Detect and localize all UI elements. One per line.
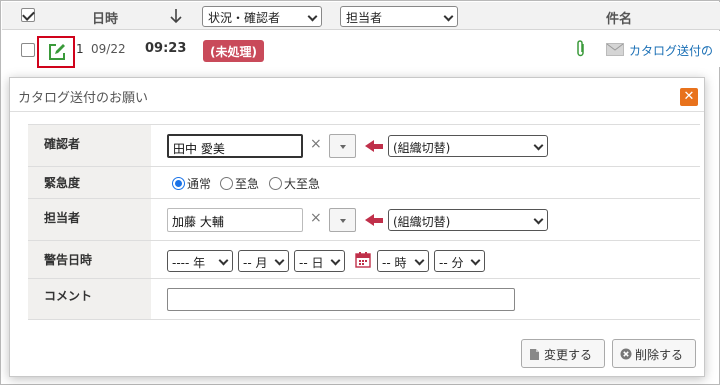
minute-value: -- 分 <box>439 256 464 270</box>
status-confirmer-filter[interactable]: 状況・確認者 <box>202 6 322 27</box>
confirmer-row: 確認者 田中 愛美 × (組織切替) <box>28 125 700 167</box>
subject-column-header[interactable]: 件名 <box>606 8 632 27</box>
date-column-header[interactable]: 日時 <box>92 8 118 27</box>
change-button-label: 変更する <box>544 348 593 362</box>
urgency-very-urgent-radio[interactable] <box>269 177 282 190</box>
comment-input[interactable] <box>167 288 515 311</box>
assignee-filter[interactable]: 担当者 <box>340 6 458 27</box>
urgency-row: 緊急度 通常 至急 大至急 <box>28 167 700 199</box>
clear-confirmer-icon[interactable]: × <box>310 136 322 152</box>
urgency-urgent-label[interactable]: 至急 <box>235 175 259 192</box>
dialog-title: カタログ送付のお願い <box>18 91 149 106</box>
chevron-down-icon <box>533 140 544 151</box>
year-value: ---- 年 <box>172 256 206 270</box>
edit-pencil-icon <box>47 42 67 66</box>
select-all-checkbox[interactable] <box>21 8 35 22</box>
month-value: -- 月 <box>243 256 268 270</box>
sort-down-arrow-icon[interactable] <box>169 7 183 29</box>
delete-button-label: 削除する <box>635 348 684 362</box>
urgency-normal-label[interactable]: 通常 <box>187 175 211 192</box>
row-date: 09/22 <box>91 42 126 56</box>
assignee-filter-value: 担当者 <box>346 11 383 25</box>
hour-select[interactable]: -- 時 <box>377 250 429 272</box>
confirmer-org-value: (組織切替) <box>393 141 451 155</box>
confirmer-input[interactable]: 田中 愛美 <box>167 134 303 158</box>
chevron-down-icon <box>274 255 285 266</box>
assignee-row: 担当者 加藤 大輔 × (組織切替) <box>28 199 700 241</box>
assignee-org-value: (組織切替) <box>393 215 451 229</box>
attachment-clip-icon <box>576 40 586 62</box>
delete-circle-x-icon <box>620 348 632 363</box>
year-select[interactable]: ---- 年 <box>167 250 233 272</box>
alert-datetime-label: 警告日時 <box>28 241 151 278</box>
chevron-down-icon <box>533 214 544 225</box>
month-select[interactable]: -- 月 <box>238 250 289 272</box>
hour-value: -- 時 <box>382 256 407 270</box>
edit-dialog: カタログ送付のお願い ✕ 確認者 田中 愛美 × (組織切替) 緊急度 通常 至… <box>9 77 705 377</box>
dialog-form: 確認者 田中 愛美 × (組織切替) 緊急度 通常 至急 大至急 担当者 加藤 … <box>28 124 700 320</box>
row-time: 09:23 <box>145 41 187 56</box>
table-row[interactable]: 1 09/22 09:23 (未処理) カタログ送付の <box>2 31 720 68</box>
assignee-input[interactable]: 加藤 大輔 <box>167 208 303 232</box>
chevron-down-icon <box>470 255 481 266</box>
confirmer-picker-button[interactable] <box>329 134 356 158</box>
change-button[interactable]: 変更する <box>521 339 605 368</box>
urgency-very-urgent-label[interactable]: 大至急 <box>284 175 320 192</box>
confirmer-label: 確認者 <box>28 125 151 166</box>
day-value: -- 日 <box>299 256 324 270</box>
chevron-down-icon <box>443 11 454 22</box>
assignee-label: 担当者 <box>28 199 151 240</box>
urgency-label: 緊急度 <box>28 167 151 198</box>
subject-link[interactable]: カタログ送付の <box>629 42 713 59</box>
dialog-title-bar[interactable]: カタログ送付のお願い ✕ <box>10 78 704 112</box>
chevron-down-icon <box>330 255 341 266</box>
list-header: 日時 状況・確認者 担当者 件名 <box>2 2 720 30</box>
day-select[interactable]: -- 日 <box>294 250 345 272</box>
delete-button[interactable]: 削除する <box>612 339 696 368</box>
edit-button[interactable] <box>37 36 75 68</box>
status-badge: (未処理) <box>203 40 264 62</box>
document-edit-icon <box>529 348 541 364</box>
assignee-org-select[interactable]: (組織切替) <box>388 209 548 231</box>
row-count: 1 <box>76 42 84 56</box>
status-filter-value: 状況・確認者 <box>208 11 281 25</box>
row-checkbox[interactable] <box>21 43 35 57</box>
chevron-down-icon <box>218 255 229 266</box>
confirmer-org-select[interactable]: (組織切替) <box>388 135 548 157</box>
chevron-down-icon <box>414 255 425 266</box>
alert-datetime-row: 警告日時 ---- 年 -- 月 -- 日 -- 時 -- 分 <box>28 241 700 279</box>
assignee-picker-button[interactable] <box>329 208 356 232</box>
calendar-icon[interactable] <box>355 251 371 272</box>
chevron-down-icon <box>307 11 318 22</box>
comment-label: コメント <box>28 279 151 319</box>
clear-assignee-icon[interactable]: × <box>310 210 322 226</box>
minute-select[interactable]: -- 分 <box>434 250 485 272</box>
comment-row: コメント <box>28 279 700 320</box>
urgency-normal-radio[interactable] <box>172 177 185 190</box>
window-frame: 日時 状況・確認者 担当者 件名 1 09/22 09:23 (未処理) カタロ… <box>0 0 720 385</box>
urgency-urgent-radio[interactable] <box>220 177 233 190</box>
close-icon[interactable]: ✕ <box>680 88 698 106</box>
mail-envelope-icon <box>606 43 624 60</box>
